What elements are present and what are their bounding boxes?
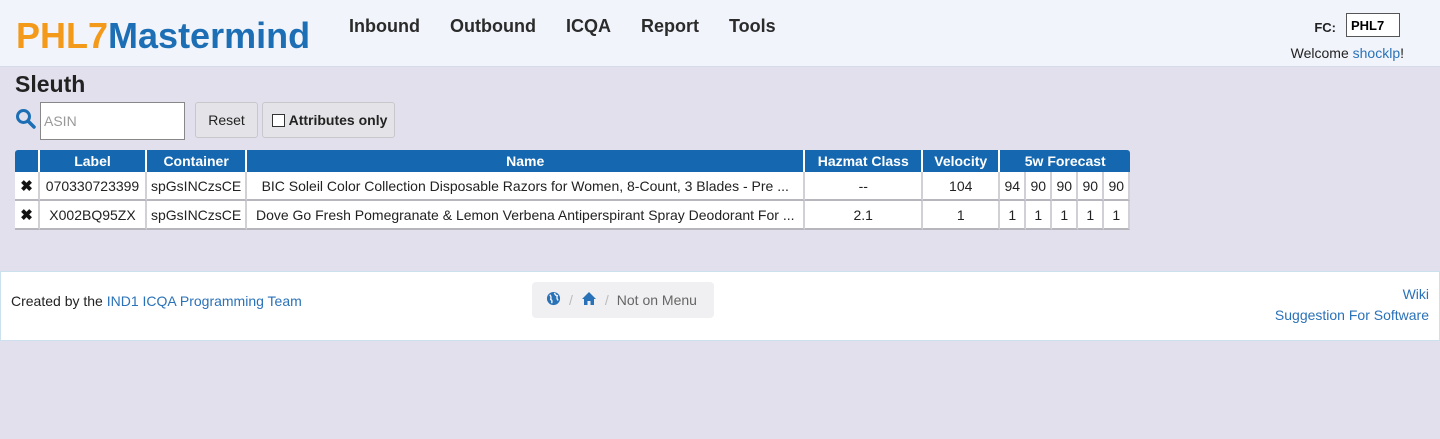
nav-inbound[interactable]: Inbound — [349, 16, 420, 36]
asin-search-input[interactable] — [40, 102, 185, 140]
nav-outbound[interactable]: Outbound — [450, 16, 536, 36]
team-link[interactable]: IND1 ICQA Programming Team — [107, 293, 302, 309]
cell-container: spGsINCzsCE — [147, 201, 248, 230]
cell-forecast-w1: 94 — [1000, 172, 1027, 201]
welcome-prefix: Welcome — [1290, 45, 1353, 61]
home-icon[interactable] — [581, 291, 597, 309]
column-header-container[interactable]: Container — [147, 150, 248, 172]
fc-label: FC: — [1314, 19, 1336, 35]
fc-selector: FC: — [1314, 13, 1400, 37]
table-header-row: Label Container Name Hazmat Class Veloci… — [15, 150, 1131, 172]
top-header: PHL7Mastermind Inbound Outbound ICQA Rep… — [0, 0, 1440, 67]
delete-column-header — [15, 150, 40, 172]
globe-icon[interactable] — [546, 291, 561, 309]
app-logo[interactable]: PHL7Mastermind — [16, 14, 310, 58]
brand-part1: PHL7 — [16, 15, 109, 56]
column-header-hazmat[interactable]: Hazmat Class — [805, 150, 924, 172]
search-icon[interactable] — [15, 108, 37, 135]
cell-name: Dove Go Fresh Pomegranate & Lemon Verben… — [247, 201, 806, 230]
close-icon[interactable]: ✖ — [20, 178, 33, 195]
nav-report[interactable]: Report — [641, 16, 699, 36]
cell-forecast-w5: 1 — [1104, 201, 1131, 230]
cell-name: BIC Soleil Color Collection Disposable R… — [247, 172, 806, 201]
nav-icqa[interactable]: ICQA — [566, 16, 611, 36]
cell-hazmat: -- — [805, 172, 924, 201]
welcome-message: Welcome shocklp! — [1291, 45, 1404, 61]
cell-forecast-w3: 90 — [1052, 172, 1079, 201]
main-nav: Inbound Outbound ICQA Report Tools — [349, 16, 806, 36]
breadcrumb-current: Not on Menu — [616, 292, 697, 308]
cell-forecast-w4: 1 — [1078, 201, 1105, 230]
user-link[interactable]: shocklp — [1353, 45, 1400, 61]
column-header-label[interactable]: Label — [40, 150, 147, 172]
cell-velocity: 1 — [923, 201, 1001, 230]
brand-part2: Mastermind — [108, 15, 311, 56]
table-row: ✖ 070330723399 spGsINCzsCE BIC Soleil Co… — [15, 172, 1131, 201]
attributes-checkbox[interactable] — [271, 113, 285, 127]
fc-input[interactable] — [1346, 13, 1400, 37]
cell-forecast-w2: 1 — [1026, 201, 1053, 230]
reset-button[interactable]: Reset — [195, 102, 258, 138]
suggestion-link[interactable]: Suggestion For Software — [1275, 305, 1429, 326]
delete-row-button[interactable]: ✖ — [15, 201, 40, 230]
cell-label: X002BQ95ZX — [40, 201, 147, 230]
breadcrumb: / / Not on Menu — [532, 282, 714, 318]
column-header-forecast[interactable]: 5w Forecast — [1000, 150, 1131, 172]
cell-label: 070330723399 — [40, 172, 147, 201]
cell-forecast-w4: 90 — [1078, 172, 1105, 201]
page-title: Sleuth — [15, 71, 86, 97]
table-row: ✖ X002BQ95ZX spGsINCzsCE Dove Go Fresh P… — [15, 201, 1131, 230]
column-header-name[interactable]: Name — [247, 150, 806, 172]
column-header-velocity[interactable]: Velocity — [923, 150, 1001, 172]
attributes-label: Attributes only — [288, 112, 388, 128]
cell-velocity: 104 — [923, 172, 1001, 201]
footer-links: Wiki Suggestion For Software — [1275, 284, 1429, 326]
nav-tools[interactable]: Tools — [729, 16, 776, 36]
breadcrumb-separator: / — [604, 292, 609, 308]
page-footer: Created by the IND1 ICQA Programming Tea… — [0, 271, 1440, 341]
cell-forecast-w2: 90 — [1026, 172, 1053, 201]
cell-forecast-w1: 1 — [1000, 201, 1027, 230]
welcome-suffix: ! — [1400, 45, 1404, 61]
attributes-only-toggle[interactable]: Attributes only — [262, 102, 395, 138]
cell-hazmat: 2.1 — [805, 201, 924, 230]
delete-row-button[interactable]: ✖ — [15, 172, 40, 201]
wiki-link[interactable]: Wiki — [1275, 284, 1429, 305]
breadcrumb-separator: / — [569, 292, 573, 308]
close-icon[interactable]: ✖ — [20, 207, 33, 224]
credit-text: Created by the IND1 ICQA Programming Tea… — [11, 293, 302, 309]
cell-forecast-w5: 90 — [1104, 172, 1131, 201]
cell-container: spGsINCzsCE — [147, 172, 248, 201]
cell-forecast-w3: 1 — [1052, 201, 1079, 230]
results-table: Label Container Name Hazmat Class Veloci… — [15, 150, 1131, 230]
credit-prefix: Created by the — [11, 293, 107, 309]
